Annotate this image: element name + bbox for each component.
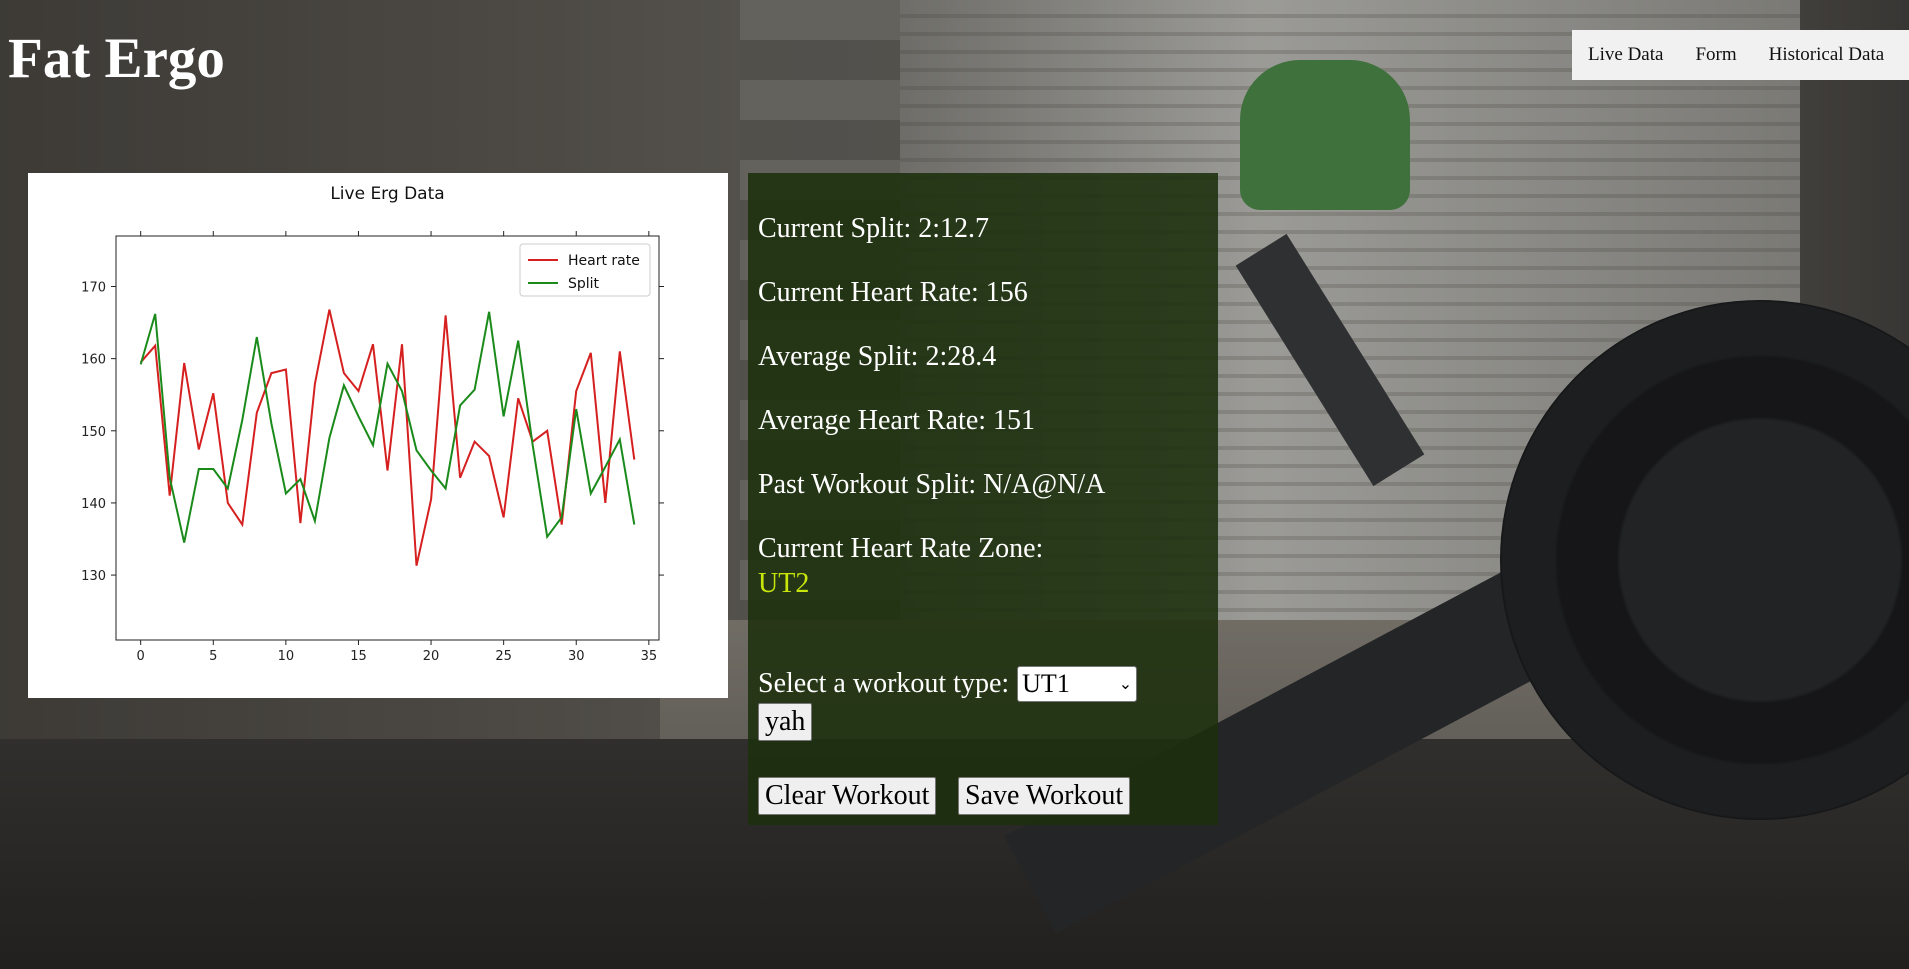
x-tick-label: 0	[137, 649, 145, 664]
series-line-split	[139, 311, 636, 543]
workout-type-select[interactable]: UT1 ⌄	[1017, 666, 1138, 702]
average-heart-rate: Average Heart Rate: 151	[758, 405, 1036, 436]
legend-label: Split	[568, 276, 600, 292]
stats-panel: Current Split: 2:12.7 Current Heart Rate…	[748, 173, 1218, 825]
chart-title: Live Erg Data	[330, 184, 444, 204]
heart-rate-zone-value: UT2	[758, 568, 810, 599]
workout-type-label: Select a workout type:	[758, 668, 1010, 699]
chevron-down-icon: ⌄	[1118, 676, 1133, 693]
x-tick-label: 15	[350, 649, 367, 664]
series-line-heart-rate	[139, 309, 636, 566]
nav-historical-data[interactable]: Historical Data	[1753, 30, 1901, 80]
x-tick-label: 5	[209, 649, 217, 664]
past-workout-split: Past Workout Split: N/A@N/A	[758, 469, 1106, 500]
y-tick-label: 170	[81, 281, 106, 296]
legend-label: Heart rate	[568, 253, 640, 269]
save-workout-button[interactable]: Save Workout	[958, 777, 1131, 815]
live-erg-chart: Live Erg Data 0 5 10 15 20 25 30 35 130 140 150 160 1…	[28, 173, 728, 698]
x-tick-label: 35	[641, 649, 658, 664]
workout-type-selected: UT1	[1022, 669, 1070, 698]
y-tick-label: 130	[81, 569, 106, 584]
current-heart-rate: Current Heart Rate: 156	[758, 277, 1028, 308]
heart-rate-zone-label: Current Heart Rate Zone:	[758, 533, 1044, 564]
submit-workout-type-button[interactable]: yah	[758, 703, 813, 741]
average-split: Average Split: 2:28.4	[758, 341, 997, 372]
x-tick-label: 20	[423, 649, 440, 664]
x-tick-label: 10	[278, 649, 295, 664]
site-title: Fat Ergo	[8, 27, 225, 90]
workout-type-row: Select a workout type: UT1 ⌄	[758, 666, 1138, 702]
nav-form[interactable]: Form	[1679, 30, 1752, 80]
y-tick-label: 160	[81, 353, 106, 368]
x-tick-label: 25	[495, 649, 512, 664]
current-split: Current Split: 2:12.7	[758, 213, 989, 244]
y-tick-label: 150	[81, 425, 106, 440]
x-tick-label: 30	[568, 649, 585, 664]
clear-workout-button[interactable]: Clear Workout	[758, 777, 937, 815]
nav-live-data[interactable]: Live Data	[1572, 30, 1679, 80]
top-nav: Live Data Form Historical Data	[1572, 30, 1909, 80]
y-tick-label: 140	[81, 497, 106, 512]
chart-svg: Live Erg Data 0 5 10 15 20 25 30 35 130 140 150 160 1…	[81, 184, 664, 664]
